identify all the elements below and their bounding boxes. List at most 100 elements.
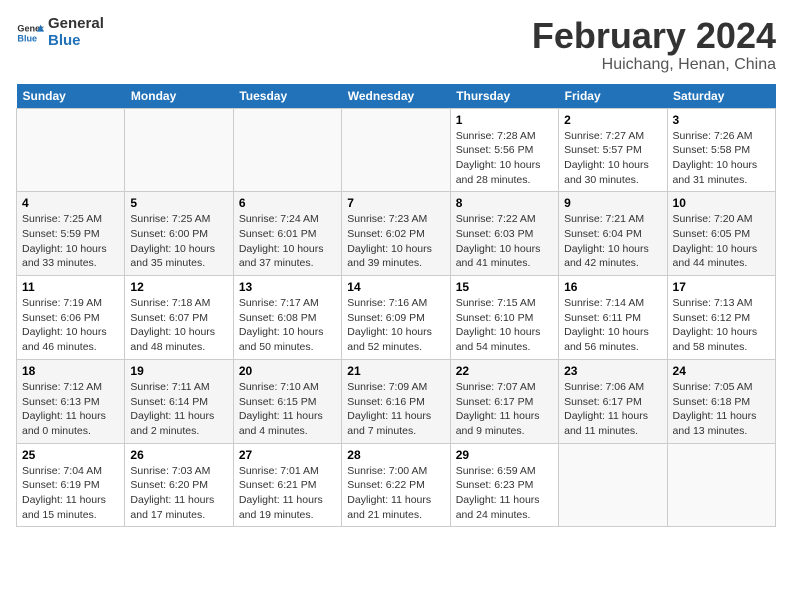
calendar-cell: 28 Sunrise: 7:00 AM Sunset: 6:22 PM Dayli… xyxy=(342,443,450,527)
day-info: Sunrise: 7:06 AM Sunset: 6:17 PM Dayligh… xyxy=(564,380,661,439)
day-number: 13 xyxy=(239,280,336,294)
day-number: 11 xyxy=(22,280,119,294)
day-number: 6 xyxy=(239,196,336,210)
calendar-cell: 12Sunrise: 7:18 AM Sunset: 6:07 PM Dayli… xyxy=(125,276,233,360)
day-number: 1 xyxy=(456,113,553,127)
day-number: 28 xyxy=(347,448,444,462)
calendar-cell: 11Sunrise: 7:19 AM Sunset: 6:06 PM Dayli… xyxy=(17,276,125,360)
day-number: 7 xyxy=(347,196,444,210)
day-number: 10 xyxy=(673,196,770,210)
week-row-4: 18 Sunrise: 7:12 AM Sunset: 6:13 PM Dayli… xyxy=(17,359,776,443)
day-number: 5 xyxy=(130,196,227,210)
day-number: 15 xyxy=(456,280,553,294)
day-number: 24 xyxy=(673,364,770,378)
calendar-cell xyxy=(342,108,450,192)
day-info: Sunrise: 7:05 AM Sunset: 6:18 PM Dayligh… xyxy=(673,380,770,439)
calendar-cell: 18 Sunrise: 7:12 AM Sunset: 6:13 PM Dayli… xyxy=(17,359,125,443)
calendar-cell: 19 Sunrise: 7:11 AM Sunset: 6:14 PM Dayli… xyxy=(125,359,233,443)
calendar-cell: 14 Sunrise: 7:16 AM Sunset: 6:09 PM Dayli… xyxy=(342,276,450,360)
day-info: Sunrise: 7:13 AM Sunset: 6:12 PM Dayligh… xyxy=(673,296,770,355)
week-row-2: 4 Sunrise: 7:25 AM Sunset: 5:59 PM Daylig… xyxy=(17,192,776,276)
weekday-header-row: SundayMondayTuesdayWednesdayThursdayFrid… xyxy=(17,84,776,109)
day-number: 4 xyxy=(22,196,119,210)
calendar-cell: 10 Sunrise: 7:20 AM Sunset: 6:05 PM Dayli… xyxy=(667,192,775,276)
day-number: 29 xyxy=(456,448,553,462)
calendar-table: SundayMondayTuesdayWednesdayThursdayFrid… xyxy=(16,84,776,528)
day-info: Sunrise: 7:16 AM Sunset: 6:09 PM Dayligh… xyxy=(347,296,444,355)
calendar-cell: 9 Sunrise: 7:21 AM Sunset: 6:04 PM Daylig… xyxy=(559,192,667,276)
calendar-cell: 15 Sunrise: 7:15 AM Sunset: 6:10 PM Dayli… xyxy=(450,276,558,360)
day-info: Sunrise: 7:10 AM Sunset: 6:15 PM Dayligh… xyxy=(239,380,336,439)
day-number: 18 xyxy=(22,364,119,378)
day-info: Sunrise: 7:12 AM Sunset: 6:13 PM Dayligh… xyxy=(22,380,119,439)
calendar-title: February 2024 xyxy=(532,16,776,56)
svg-text:Blue: Blue xyxy=(17,33,37,43)
weekday-header-friday: Friday xyxy=(559,84,667,109)
calendar-cell: 26Sunrise: 7:03 AM Sunset: 6:20 PM Dayli… xyxy=(125,443,233,527)
day-info: Sunrise: 7:04 AM Sunset: 6:19 PM Dayligh… xyxy=(22,464,119,523)
calendar-cell: 17 Sunrise: 7:13 AM Sunset: 6:12 PM Dayli… xyxy=(667,276,775,360)
calendar-cell xyxy=(17,108,125,192)
day-info: Sunrise: 7:01 AM Sunset: 6:21 PM Dayligh… xyxy=(239,464,336,523)
calendar-subtitle: Huichang, Henan, China xyxy=(532,56,776,74)
day-info: Sunrise: 7:25 AM Sunset: 5:59 PM Dayligh… xyxy=(22,212,119,271)
weekday-header-sunday: Sunday xyxy=(17,84,125,109)
weekday-header-wednesday: Wednesday xyxy=(342,84,450,109)
day-number: 25 xyxy=(22,448,119,462)
day-info: Sunrise: 7:18 AM Sunset: 6:07 PM Dayligh… xyxy=(130,296,227,355)
day-number: 14 xyxy=(347,280,444,294)
day-number: 8 xyxy=(456,196,553,210)
calendar-cell: 23 Sunrise: 7:06 AM Sunset: 6:17 PM Dayli… xyxy=(559,359,667,443)
logo-blue: Blue xyxy=(48,33,104,50)
page-header: General Blue General Blue February 2024 … xyxy=(16,16,776,74)
calendar-cell: 5Sunrise: 7:25 AM Sunset: 6:00 PM Daylig… xyxy=(125,192,233,276)
calendar-cell: 7 Sunrise: 7:23 AM Sunset: 6:02 PM Daylig… xyxy=(342,192,450,276)
logo-general: General xyxy=(48,16,104,33)
day-number: 22 xyxy=(456,364,553,378)
weekday-header-monday: Monday xyxy=(125,84,233,109)
calendar-cell: 27Sunrise: 7:01 AM Sunset: 6:21 PM Dayli… xyxy=(233,443,341,527)
calendar-cell xyxy=(125,108,233,192)
day-info: Sunrise: 7:23 AM Sunset: 6:02 PM Dayligh… xyxy=(347,212,444,271)
calendar-cell: 2 Sunrise: 7:27 AM Sunset: 5:57 PM Daylig… xyxy=(559,108,667,192)
day-number: 23 xyxy=(564,364,661,378)
day-info: Sunrise: 7:28 AM Sunset: 5:56 PM Dayligh… xyxy=(456,129,553,188)
week-row-5: 25 Sunrise: 7:04 AM Sunset: 6:19 PM Dayli… xyxy=(17,443,776,527)
calendar-cell: 4 Sunrise: 7:25 AM Sunset: 5:59 PM Daylig… xyxy=(17,192,125,276)
day-info: Sunrise: 7:21 AM Sunset: 6:04 PM Dayligh… xyxy=(564,212,661,271)
logo: General Blue General Blue xyxy=(16,16,104,49)
day-info: Sunrise: 7:17 AM Sunset: 6:08 PM Dayligh… xyxy=(239,296,336,355)
calendar-cell xyxy=(233,108,341,192)
day-number: 9 xyxy=(564,196,661,210)
day-info: Sunrise: 7:20 AM Sunset: 6:05 PM Dayligh… xyxy=(673,212,770,271)
calendar-cell: 20Sunrise: 7:10 AM Sunset: 6:15 PM Dayli… xyxy=(233,359,341,443)
calendar-cell: 6Sunrise: 7:24 AM Sunset: 6:01 PM Daylig… xyxy=(233,192,341,276)
day-info: Sunrise: 7:27 AM Sunset: 5:57 PM Dayligh… xyxy=(564,129,661,188)
calendar-cell xyxy=(667,443,775,527)
day-number: 19 xyxy=(130,364,227,378)
day-info: Sunrise: 7:14 AM Sunset: 6:11 PM Dayligh… xyxy=(564,296,661,355)
calendar-cell: 21 Sunrise: 7:09 AM Sunset: 6:16 PM Dayli… xyxy=(342,359,450,443)
calendar-cell: 3Sunrise: 7:26 AM Sunset: 5:58 PM Daylig… xyxy=(667,108,775,192)
week-row-1: 1 Sunrise: 7:28 AM Sunset: 5:56 PM Daylig… xyxy=(17,108,776,192)
day-number: 2 xyxy=(564,113,661,127)
day-info: Sunrise: 7:07 AM Sunset: 6:17 PM Dayligh… xyxy=(456,380,553,439)
day-info: Sunrise: 7:22 AM Sunset: 6:03 PM Dayligh… xyxy=(456,212,553,271)
day-number: 17 xyxy=(673,280,770,294)
calendar-cell: 29Sunrise: 6:59 AM Sunset: 6:23 PM Dayli… xyxy=(450,443,558,527)
day-number: 21 xyxy=(347,364,444,378)
week-row-3: 11Sunrise: 7:19 AM Sunset: 6:06 PM Dayli… xyxy=(17,276,776,360)
calendar-cell xyxy=(559,443,667,527)
day-info: Sunrise: 7:09 AM Sunset: 6:16 PM Dayligh… xyxy=(347,380,444,439)
weekday-header-tuesday: Tuesday xyxy=(233,84,341,109)
day-info: Sunrise: 7:15 AM Sunset: 6:10 PM Dayligh… xyxy=(456,296,553,355)
day-info: Sunrise: 7:11 AM Sunset: 6:14 PM Dayligh… xyxy=(130,380,227,439)
day-info: Sunrise: 7:00 AM Sunset: 6:22 PM Dayligh… xyxy=(347,464,444,523)
day-number: 3 xyxy=(673,113,770,127)
calendar-cell: 25 Sunrise: 7:04 AM Sunset: 6:19 PM Dayli… xyxy=(17,443,125,527)
calendar-cell: 24 Sunrise: 7:05 AM Sunset: 6:18 PM Dayli… xyxy=(667,359,775,443)
calendar-cell: 13 Sunrise: 7:17 AM Sunset: 6:08 PM Dayli… xyxy=(233,276,341,360)
calendar-cell: 22 Sunrise: 7:07 AM Sunset: 6:17 PM Dayli… xyxy=(450,359,558,443)
day-number: 16 xyxy=(564,280,661,294)
logo-icon: General Blue xyxy=(16,19,44,47)
